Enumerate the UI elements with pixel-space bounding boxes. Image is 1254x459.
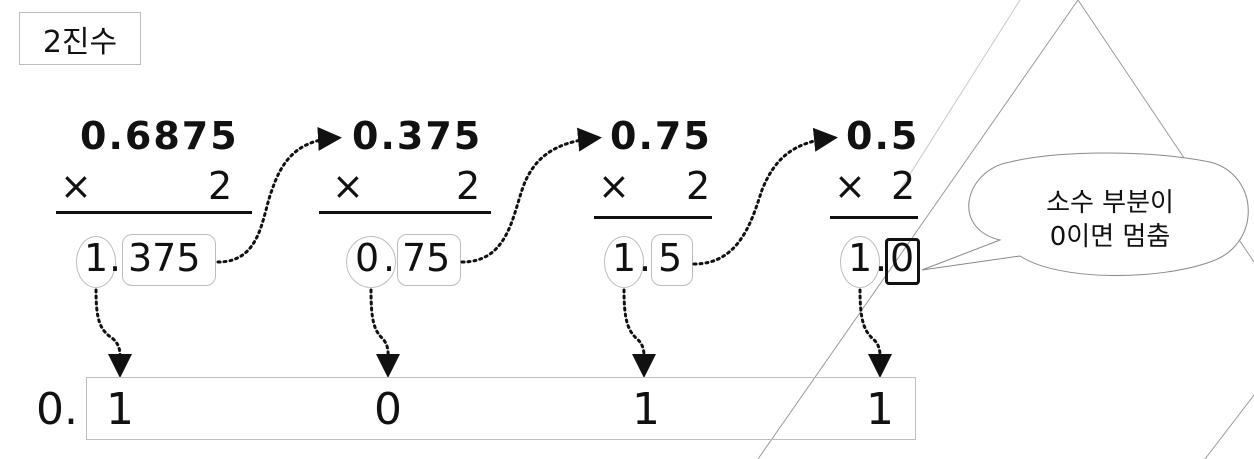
answer-prefix: 0. xyxy=(36,384,78,435)
answer-digit-1: 1 xyxy=(106,384,134,435)
answer-digit-4: 1 xyxy=(866,384,894,435)
callout-text: 소수 부분이 0이면 멈춤 xyxy=(1020,186,1200,254)
callout-line-1: 소수 부분이 xyxy=(1046,188,1174,218)
callout-line-2: 0이면 멈춤 xyxy=(1049,222,1171,252)
answer-box xyxy=(86,377,916,440)
answer-digit-2: 0 xyxy=(374,384,402,435)
answer-digit-3: 1 xyxy=(632,384,660,435)
